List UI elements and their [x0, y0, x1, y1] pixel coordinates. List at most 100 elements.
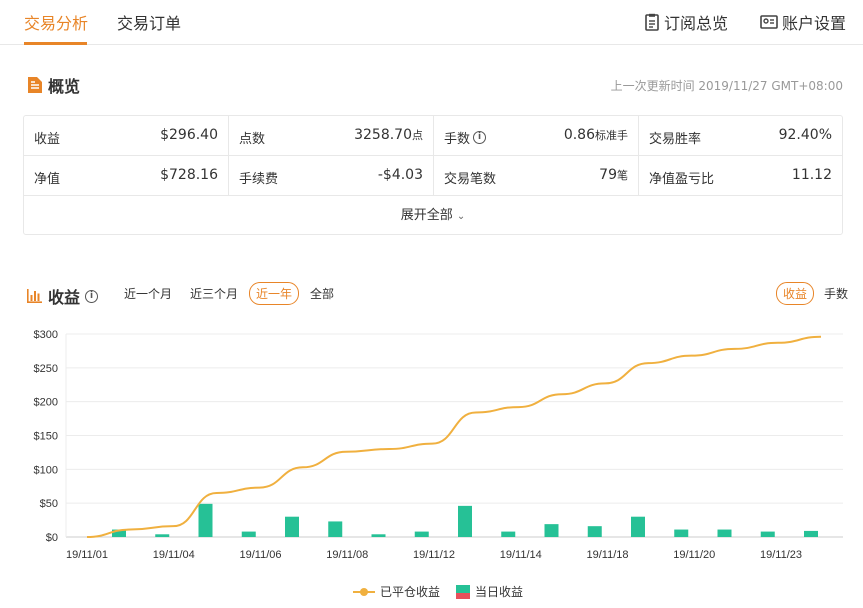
stat-cell: 净值盈亏比 11.12	[639, 156, 842, 196]
daily-profit-bar[interactable]	[458, 505, 472, 537]
info-icon[interactable]: i	[85, 289, 99, 303]
stat-number: $728.16	[160, 167, 218, 183]
stat-unit: 点	[412, 129, 423, 142]
clipboard-icon	[645, 13, 659, 31]
overview-title-text: 概览	[48, 77, 81, 96]
stat-value: 0.86标准手	[564, 127, 628, 143]
filter-last-three-months[interactable]: 近三个月	[190, 285, 238, 302]
daily-profit-bar[interactable]	[674, 529, 689, 537]
stat-cell: 收益 $296.40	[24, 116, 229, 156]
profit-title: 收益 i	[26, 284, 99, 308]
closed-profit-line	[86, 335, 822, 538]
subscription-overview-label: 订阅总览	[664, 14, 729, 33]
daily-profit-bar[interactable]	[804, 530, 818, 537]
top-nav: 交易分析 交易订单 订阅总览 账户设置	[0, 0, 863, 45]
daily-profit-bar[interactable]	[587, 526, 602, 537]
bar-legend-icon	[456, 584, 470, 599]
stat-number: 0.86	[563, 127, 595, 143]
y-tick-label: $200	[34, 397, 58, 409]
legend-closed-profit-label: 已平仓收益	[380, 585, 441, 599]
x-tick-label: 19/11/01	[66, 549, 108, 561]
stat-label: 点数	[239, 132, 266, 147]
stat-label-text: 手数	[444, 132, 471, 147]
stat-value: 11.12	[792, 167, 832, 183]
stat-label: 收益	[34, 132, 61, 147]
overview-stats-grid: 收益 $296.40 点数 3258.70点 手数 i 0.86标准手 交易胜率 …	[23, 115, 843, 235]
expand-all-label: 展开全部	[400, 208, 453, 223]
x-tick-label: 19/11/12	[413, 549, 455, 561]
profit-chart: $0 $50 $100 $150 $200 $250 $300 19/11/01 19/11/…	[34, 329, 843, 561]
stat-unit: 笔	[617, 169, 628, 182]
account-settings-link[interactable]: 账户设置	[760, 10, 846, 34]
legend-closed-profit[interactable]: 已平仓收益	[353, 583, 440, 600]
expand-all-button[interactable]: 展开全部 ⌄	[24, 196, 842, 235]
daily-profit-bar[interactable]	[155, 534, 170, 537]
line-legend-icon	[353, 587, 375, 596]
daily-profit-bar[interactable]	[241, 531, 256, 537]
y-tick-label: $0	[46, 532, 58, 544]
settings-card-icon	[760, 15, 778, 29]
daily-profit-bar[interactable]	[285, 516, 299, 537]
active-tab-indicator	[24, 42, 87, 45]
daily-profit-bar[interactable]	[631, 516, 645, 537]
toggle-lots[interactable]: 手数	[824, 285, 848, 302]
legend-daily-profit-label: 当日收益	[475, 585, 524, 599]
last-update-time: 上一次更新时间 2019/11/27 GMT+08:00	[610, 79, 843, 93]
daily-profit-bar[interactable]	[760, 531, 775, 537]
stat-number: 11.12	[791, 167, 832, 183]
stat-number: 79	[599, 167, 617, 183]
account-settings-label: 账户设置	[782, 14, 847, 33]
document-icon	[28, 77, 42, 93]
x-tick-label: 19/11/06	[239, 549, 281, 561]
stat-value: 3258.70点	[354, 127, 423, 143]
stat-label: 净值	[34, 172, 61, 187]
stat-number: -$4.03	[377, 167, 423, 183]
stat-label: 手续费	[239, 172, 279, 187]
stat-cell: 点数 3258.70点	[229, 116, 434, 156]
stat-value: -$4.03	[378, 167, 423, 183]
stat-cell: 净值 $728.16	[24, 156, 229, 196]
x-tick-label: 19/11/04	[153, 549, 195, 561]
stat-cell: 手续费 -$4.03	[229, 156, 434, 196]
profit-title-text: 收益	[48, 288, 81, 307]
daily-profit-bar[interactable]	[371, 534, 386, 537]
stat-value: $296.40	[160, 127, 218, 143]
stat-label: 交易胜率	[649, 132, 702, 147]
x-tick-label: 19/11/18	[586, 549, 628, 561]
overview-title: 概览	[27, 73, 80, 97]
stat-label: 净值盈亏比	[649, 172, 715, 187]
stat-value: 79笔	[599, 167, 628, 183]
stat-number: 92.40%	[778, 127, 832, 143]
subscription-overview-link[interactable]: 订阅总览	[644, 10, 728, 34]
x-tick-label: 19/11/08	[326, 549, 368, 561]
stat-value: 92.40%	[779, 127, 832, 143]
stat-cell: 交易胜率 92.40%	[639, 116, 842, 156]
x-tick-label: 19/11/20	[673, 549, 715, 561]
filter-last-month[interactable]: 近一个月	[124, 285, 172, 302]
legend-daily-profit[interactable]: 当日收益	[456, 583, 523, 600]
daily-profit-bar[interactable]	[328, 521, 343, 537]
info-icon[interactable]: i	[473, 131, 487, 144]
stat-cell: 手数 i 0.86标准手	[434, 116, 639, 156]
stat-number: $296.40	[160, 127, 218, 143]
y-tick-label: $100	[34, 464, 58, 476]
tab-trade-orders[interactable]: 交易订单	[117, 10, 181, 34]
filter-last-year[interactable]: 近一年	[249, 282, 300, 305]
filter-all[interactable]: 全部	[310, 285, 334, 302]
daily-profit-bar[interactable]	[717, 529, 732, 537]
bar-chart-icon	[27, 289, 42, 303]
daily-profit-bar[interactable]	[501, 531, 516, 537]
y-tick-label: $50	[40, 498, 58, 510]
x-tick-label: 19/11/23	[760, 549, 802, 561]
y-tick-label: $300	[34, 329, 58, 341]
stat-label: 手数 i	[444, 128, 487, 147]
y-tick-label: $250	[34, 363, 58, 375]
chevron-down-icon: ⌄	[456, 211, 466, 222]
stat-value: $728.16	[160, 167, 218, 183]
stat-unit: 标准手	[595, 129, 628, 142]
daily-profit-bar[interactable]	[198, 503, 213, 537]
daily-profit-bar[interactable]	[414, 531, 429, 537]
toggle-profit[interactable]: 收益	[776, 282, 815, 305]
daily-profit-bar[interactable]	[544, 524, 559, 537]
tab-trade-analysis[interactable]: 交易分析	[24, 10, 88, 34]
